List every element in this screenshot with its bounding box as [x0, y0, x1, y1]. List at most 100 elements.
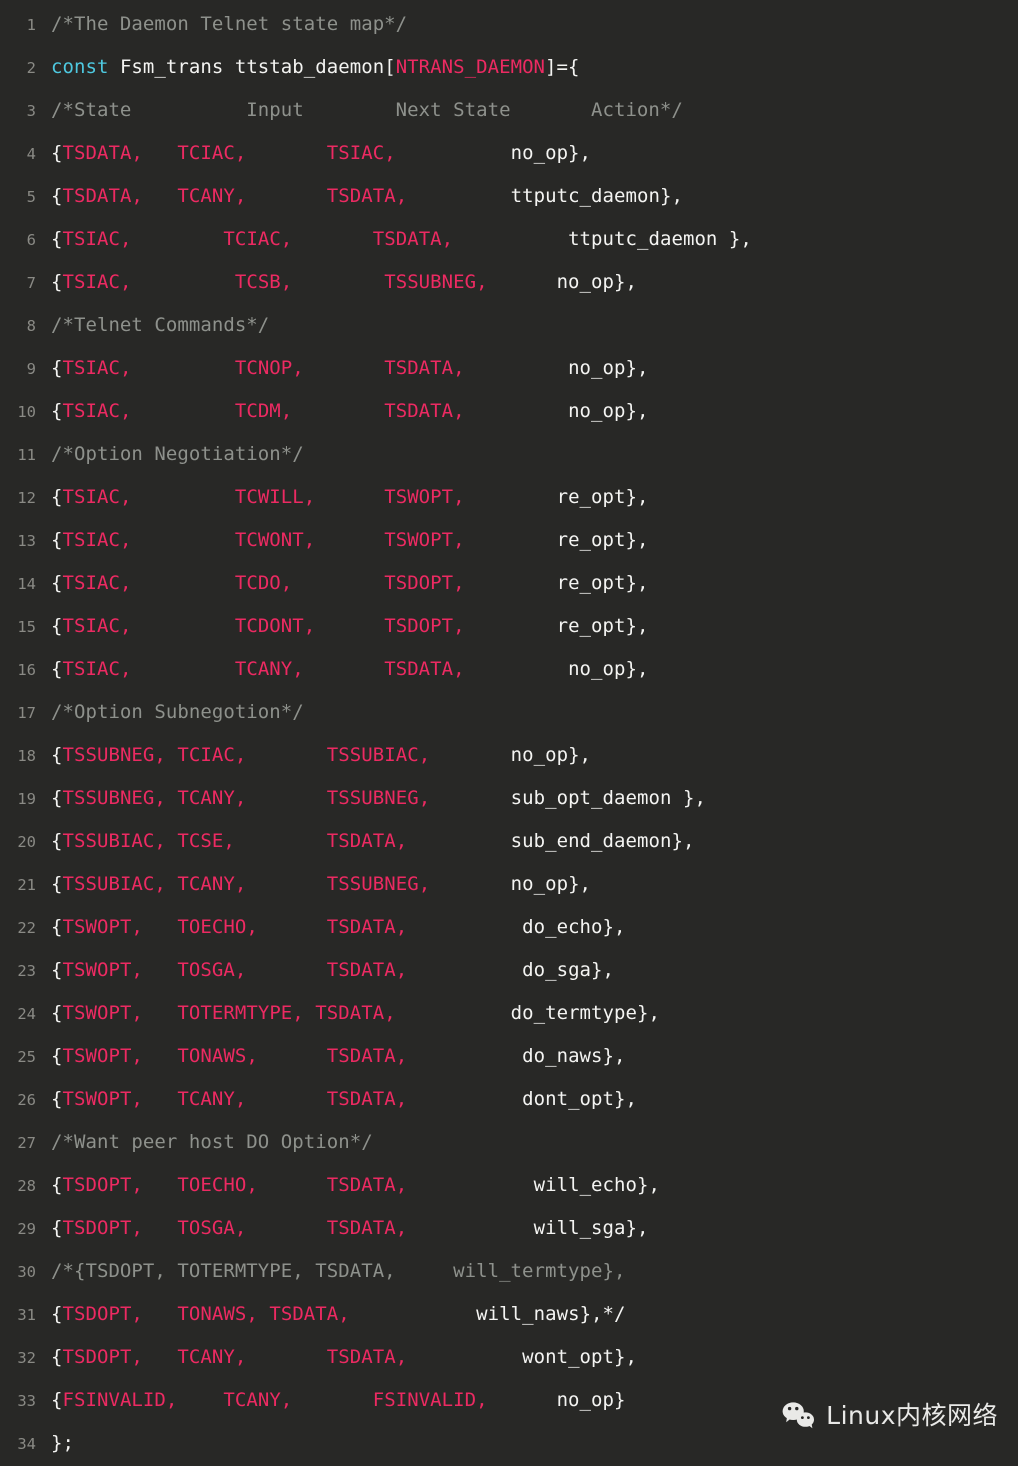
code-token-plain: will_naws},*/ — [476, 1303, 626, 1325]
code-token-const: TOECHO, — [177, 1174, 258, 1196]
code-token-const: TONAWS, — [177, 1045, 258, 1067]
code-line-text[interactable]: {TSWOPT, TONAWS, TSDATA, do_naws}, — [36, 1035, 626, 1078]
code-line-text[interactable]: {TSSUBIAC, TCANY, TSSUBNEG, no_op}, — [36, 863, 591, 906]
code-line-text[interactable]: {TSIAC, TCDO, TSDOPT, re_opt}, — [36, 562, 649, 605]
code-line-text[interactable]: {TSWOPT, TOECHO, TSDATA, do_echo}, — [36, 906, 626, 949]
code-token-plain: re_opt}, — [556, 615, 649, 637]
code-token-plain: { — [51, 1174, 63, 1196]
code-line: 17 /*Option Subnegotion*/ — [0, 691, 1018, 734]
code-line-text[interactable]: {TSDATA, TCANY, TSDATA, ttputc_daemon}, — [36, 175, 683, 218]
code-line-text[interactable]: {TSWOPT, TOTERMTYPE, TSDATA, do_termtype… — [36, 992, 660, 1035]
code-line-text[interactable]: {TSSUBNEG, TCIAC, TSSUBIAC, no_op}, — [36, 734, 591, 777]
code-token-const: TSSUBNEG, — [326, 873, 431, 895]
code-token-const: TSIAC, — [62, 529, 132, 551]
code-token-const: TSWOPT, — [384, 529, 465, 551]
code-token-const: TCANY, — [177, 1346, 247, 1368]
code-line-text[interactable]: {TSDOPT, TCANY, TSDATA, wont_opt}, — [36, 1336, 637, 1379]
code-line-text[interactable]: {TSIAC, TCWILL, TSWOPT, re_opt}, — [36, 476, 649, 519]
code-line-text[interactable]: {TSSUBIAC, TCSE, TSDATA, sub_end_daemon}… — [36, 820, 694, 863]
code-line-text[interactable]: {TSIAC, TCIAC, TSDATA, ttputc_daemon }, — [36, 218, 752, 261]
code-token-const: TONAWS, — [177, 1303, 258, 1325]
code-token-plain: no_op}, — [568, 658, 649, 680]
line-number: 15 — [17, 618, 36, 636]
code-token-plain: no_op} — [556, 1389, 626, 1411]
wechat-account-label: Linux内核网络 — [826, 1400, 998, 1430]
code-line-text[interactable]: {TSIAC, TCDONT, TSDOPT, re_opt}, — [36, 605, 649, 648]
code-token-comment: /*Option Subnegotion*/ — [51, 701, 304, 723]
code-line: 15 {TSIAC, TCDONT, TSDOPT, re_opt}, — [0, 605, 1018, 648]
code-line: 30 /*{TSDOPT, TOTERMTYPE, TSDATA, will_te… — [0, 1250, 1018, 1293]
code-token-const: TSIAC, — [62, 486, 132, 508]
code-token-plain: { — [51, 572, 63, 594]
code-token-plain: { — [51, 658, 63, 680]
code-token-plain: { — [51, 1389, 63, 1411]
code-line-text[interactable]: {TSIAC, TCSB, TSSUBNEG, no_op}, — [36, 261, 637, 304]
code-token-plain: { — [51, 486, 63, 508]
code-line-text[interactable]: {TSIAC, TCANY, TSDATA, no_op}, — [36, 648, 649, 691]
code-line-text[interactable]: /*Option Negotiation*/ — [36, 433, 304, 476]
code-line: 31 {TSDOPT, TONAWS, TSDATA, will_naws},*/ — [0, 1293, 1018, 1336]
code-line-text[interactable]: /*{TSDOPT, TOTERMTYPE, TSDATA, will_term… — [36, 1250, 625, 1293]
code-line-text[interactable]: /*Want peer host DO Option*/ — [36, 1121, 373, 1164]
code-token-const: NTRANS_DAEMON — [395, 56, 546, 78]
code-line: 5 {TSDATA, TCANY, TSDATA, ttputc_daemon}, — [0, 175, 1018, 218]
code-token-plain: { — [51, 1217, 63, 1239]
code-line-text[interactable]: /*State Input Next State Action*/ — [36, 89, 683, 132]
code-token-const: TCANY, — [177, 787, 247, 809]
line-number: 13 — [17, 532, 36, 550]
line-number: 4 — [26, 145, 36, 163]
code-line-text[interactable]: /*Option Subnegotion*/ — [36, 691, 304, 734]
code-line: 25 {TSWOPT, TONAWS, TSDATA, do_naws}, — [0, 1035, 1018, 1078]
line-number: 29 — [17, 1220, 36, 1238]
code-token-plain: { — [51, 615, 63, 637]
code-line-text[interactable]: {TSIAC, TCWONT, TSWOPT, re_opt}, — [36, 519, 649, 562]
code-line-text[interactable]: {TSWOPT, TOSGA, TSDATA, do_sga}, — [36, 949, 614, 992]
code-line-text[interactable]: {TSDATA, TCIAC, TSIAC, no_op}, — [36, 132, 591, 175]
code-line-text[interactable]: {TSSUBNEG, TCANY, TSSUBNEG, sub_opt_daem… — [36, 777, 706, 820]
line-number: 31 — [17, 1306, 36, 1324]
code-token-const: FSINVALID, — [372, 1389, 488, 1411]
code-line-text[interactable]: {TSIAC, TCDM, TSDATA, no_op}, — [36, 390, 649, 433]
code-token-const: TOECHO, — [177, 916, 258, 938]
code-line-text[interactable]: {TSDOPT, TOECHO, TSDATA, will_echo}, — [36, 1164, 660, 1207]
code-token-const: TCDM, — [234, 400, 293, 422]
code-token-plain: ttputc_daemon}, — [510, 185, 683, 207]
code-line-text[interactable]: {TSDOPT, TONAWS, TSDATA, will_naws},*/ — [36, 1293, 626, 1336]
code-token-const: TCIAC, — [223, 228, 293, 250]
line-number: 16 — [17, 661, 36, 679]
code-token-const: TSDATA, — [384, 658, 465, 680]
code-line-text[interactable]: {FSINVALID, TCANY, FSINVALID, no_op} — [36, 1379, 626, 1422]
line-number: 17 — [17, 704, 36, 722]
code-token-plain: { — [51, 959, 63, 981]
code-line-text[interactable]: {TSIAC, TCNOP, TSDATA, no_op}, — [36, 347, 649, 390]
code-token-const: TSDATA, — [326, 830, 408, 852]
code-token-const: TSDATA, — [326, 916, 408, 938]
code-token-plain: re_opt}, — [556, 529, 649, 551]
code-line-text[interactable]: const Fsm_trans ttstab_daemon[NTRANS_DAE… — [36, 46, 580, 89]
code-token-plain: no_op}, — [568, 400, 649, 422]
code-line-text[interactable]: {TSDOPT, TOSGA, TSDATA, will_sga}, — [36, 1207, 649, 1250]
code-line-text[interactable]: /*The Daemon Telnet state map*/ — [36, 3, 407, 46]
code-line-text[interactable]: {TSWOPT, TCANY, TSDATA, dont_opt}, — [36, 1078, 637, 1121]
code-line: 18 {TSSUBNEG, TCIAC, TSSUBIAC, no_op}, — [0, 734, 1018, 777]
code-token-plain: { — [51, 1346, 63, 1368]
code-line-text[interactable]: /*Telnet Commands*/ — [36, 304, 269, 347]
line-number: 7 — [26, 274, 36, 292]
code-token-const: TSSUBNEG, — [326, 787, 431, 809]
code-line: 32 {TSDOPT, TCANY, TSDATA, wont_opt}, — [0, 1336, 1018, 1379]
code-token-const: TCWONT, — [234, 529, 316, 551]
line-number: 10 — [17, 403, 36, 421]
code-token-const: TSSUBIAC, — [326, 744, 431, 766]
code-token-const: TSIAC, — [62, 271, 132, 293]
